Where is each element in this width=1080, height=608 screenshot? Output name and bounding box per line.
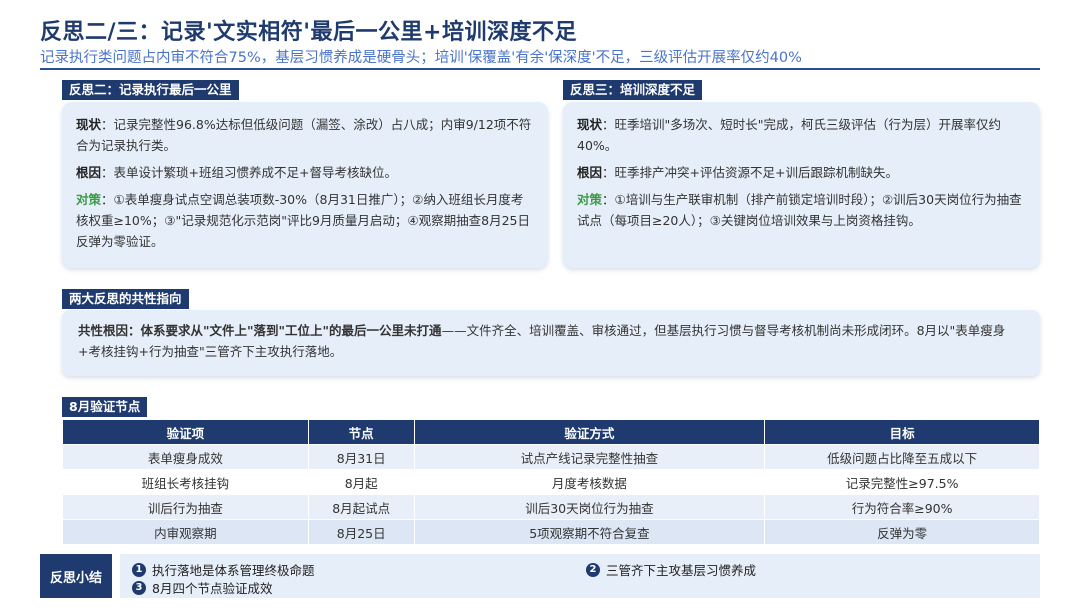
section-tag-common: 两大反思的共性指向 xyxy=(62,289,189,309)
table-row: 表单瘦身成效 8月31日 试点产线记录完整性抽查 低级问题占比降至五成以下 xyxy=(62,444,1040,470)
table-cell: 8月起试点 xyxy=(307,494,415,520)
validation-nodes-table: 验证项 节点 验证方式 目标 表单瘦身成效 8月31日 试点产线记录完整性抽查 … xyxy=(62,419,1040,545)
common-cause-label: 共性根因：体系要求从"文件上"落到"工位上"的最后一公里未打通 xyxy=(78,323,442,338)
table-row: 内审观察期 8月25日 5项观察期不符合复查 反弹为零 xyxy=(62,519,1040,545)
status-text: ：记录完整性96.8%达标但低级问题（漏签、涂改）占八成；内审9/12项不符合为… xyxy=(76,117,532,153)
table-cell: 5项观察期不符合复查 xyxy=(413,519,766,545)
section-tag-nodes: 8月验证节点 xyxy=(62,397,148,417)
page-subtitle: 记录执行类问题占内审不符合75%，基层习惯养成是硬骨头；培训'保覆盖'有余'保深… xyxy=(40,50,802,66)
table-header-cell: 验证项 xyxy=(62,419,309,445)
cause-label: 根因 xyxy=(577,165,603,180)
table-cell: 训后30天岗位行为抽查 xyxy=(413,494,766,520)
table-header-row: 验证项 节点 验证方式 目标 xyxy=(62,419,1040,445)
number-one-icon: 1 xyxy=(132,562,146,577)
table-row: 班组长考核挂钩 8月起 月度考核数据 记录完整性≥97.5% xyxy=(62,469,1040,495)
section-tag-reflection3: 反思三：培训深度不足 xyxy=(563,80,703,100)
table-cell: 8月31日 xyxy=(307,444,415,470)
reflection2-card: 现状：记录完整性96.8%达标但低级问题（漏签、涂改）占八成；内审9/12项不符… xyxy=(62,102,548,268)
table-cell: 行为符合率≥90% xyxy=(764,494,1040,520)
summary-item-1: 1 执行落地是体系管理终极命题 xyxy=(132,560,315,579)
summary-item-text: 执行落地是体系管理终极命题 xyxy=(152,563,315,578)
cause-text: ：表单设计繁琐+班组习惯养成不足+督导考核缺位。 xyxy=(101,165,397,180)
table-cell: 试点产线记录完整性抽查 xyxy=(413,444,766,470)
title-divider xyxy=(40,68,1040,70)
table-cell: 记录完整性≥97.5% xyxy=(764,469,1040,495)
summary-item-2: 2 三管齐下主攻基层习惯养成 xyxy=(586,560,756,579)
section-tag-reflection2: 反思二：记录执行最后一公里 xyxy=(62,80,239,100)
summary-item-3: 3 8月四个节点验证成效 xyxy=(132,578,272,597)
reflection3-card: 现状：旺季培训"多场次、短时长"完成，柯氏三级评估（行为层）开展率仅约40%。 … xyxy=(563,102,1040,268)
table-header-cell: 目标 xyxy=(764,419,1040,445)
reflection3-status: 现状：旺季培训"多场次、短时长"完成，柯氏三级评估（行为层）开展率仅约40%。 xyxy=(577,114,1026,156)
table-cell: 表单瘦身成效 xyxy=(62,444,309,470)
table-cell: 反弹为零 xyxy=(764,519,1040,545)
summary-box: 1 执行落地是体系管理终极命题 2 三管齐下主攻基层习惯养成 3 8月四个节点验… xyxy=(120,554,1040,598)
summary-item-text: 8月四个节点验证成效 xyxy=(152,581,273,596)
table-cell: 月度考核数据 xyxy=(413,469,766,495)
measure-text: ：①培训与生产联审机制（排产前锁定培训时段）；②训后30天岗位行为抽查试点（每项… xyxy=(577,192,1022,228)
status-label: 现状 xyxy=(577,117,603,132)
summary-tag: 反思小结 xyxy=(40,554,112,598)
table-cell: 低级问题占比降至五成以下 xyxy=(764,444,1040,470)
table-row: 训后行为抽查 8月起试点 训后30天岗位行为抽查 行为符合率≥90% xyxy=(62,494,1040,520)
reflection3-cause: 根因：旺季排产冲突+评估资源不足+训后跟踪机制缺失。 xyxy=(577,162,1026,183)
page-title: 反思二/三：记录'文实相符'最后一公里+培训深度不足 xyxy=(40,20,577,45)
reflection2-measure: 对策：①表单瘦身试点空调总装项数-30%（8月31日推广）；②纳入班组长月度考核… xyxy=(76,189,534,252)
reflection2-cause: 根因：表单设计繁琐+班组习惯养成不足+督导考核缺位。 xyxy=(76,162,534,183)
measure-text: ：①表单瘦身试点空调总装项数-30%（8月31日推广）；②纳入班组长月度考核权重… xyxy=(76,192,530,249)
table-cell: 训后行为抽查 xyxy=(62,494,309,520)
table-cell: 班组长考核挂钩 xyxy=(62,469,309,495)
table-header-cell: 节点 xyxy=(307,419,415,445)
table-cell: 8月25日 xyxy=(307,519,415,545)
summary-item-text: 三管齐下主攻基层习惯养成 xyxy=(606,563,757,578)
status-text: ：旺季培训"多场次、短时长"完成，柯氏三级评估（行为层）开展率仅约40%。 xyxy=(577,117,1002,153)
number-two-icon: 2 xyxy=(586,562,600,577)
table-cell: 内审观察期 xyxy=(62,519,309,545)
table-header-cell: 验证方式 xyxy=(413,419,766,445)
measure-label: 对策 xyxy=(577,192,603,207)
table-cell: 8月起 xyxy=(307,469,415,495)
cause-label: 根因 xyxy=(76,165,102,180)
number-three-icon: 3 xyxy=(132,580,146,595)
common-cause-card: 共性根因：体系要求从"文件上"落到"工位上"的最后一公里未打通——文件齐全、培训… xyxy=(62,310,1040,376)
cause-text: ：旺季排产冲突+评估资源不足+训后跟踪机制缺失。 xyxy=(602,165,898,180)
reflection2-status: 现状：记录完整性96.8%达标但低级问题（漏签、涂改）占八成；内审9/12项不符… xyxy=(76,114,534,156)
measure-label: 对策 xyxy=(76,192,102,207)
reflection3-measure: 对策：①培训与生产联审机制（排产前锁定培训时段）；②训后30天岗位行为抽查试点（… xyxy=(577,189,1026,231)
status-label: 现状 xyxy=(76,117,102,132)
